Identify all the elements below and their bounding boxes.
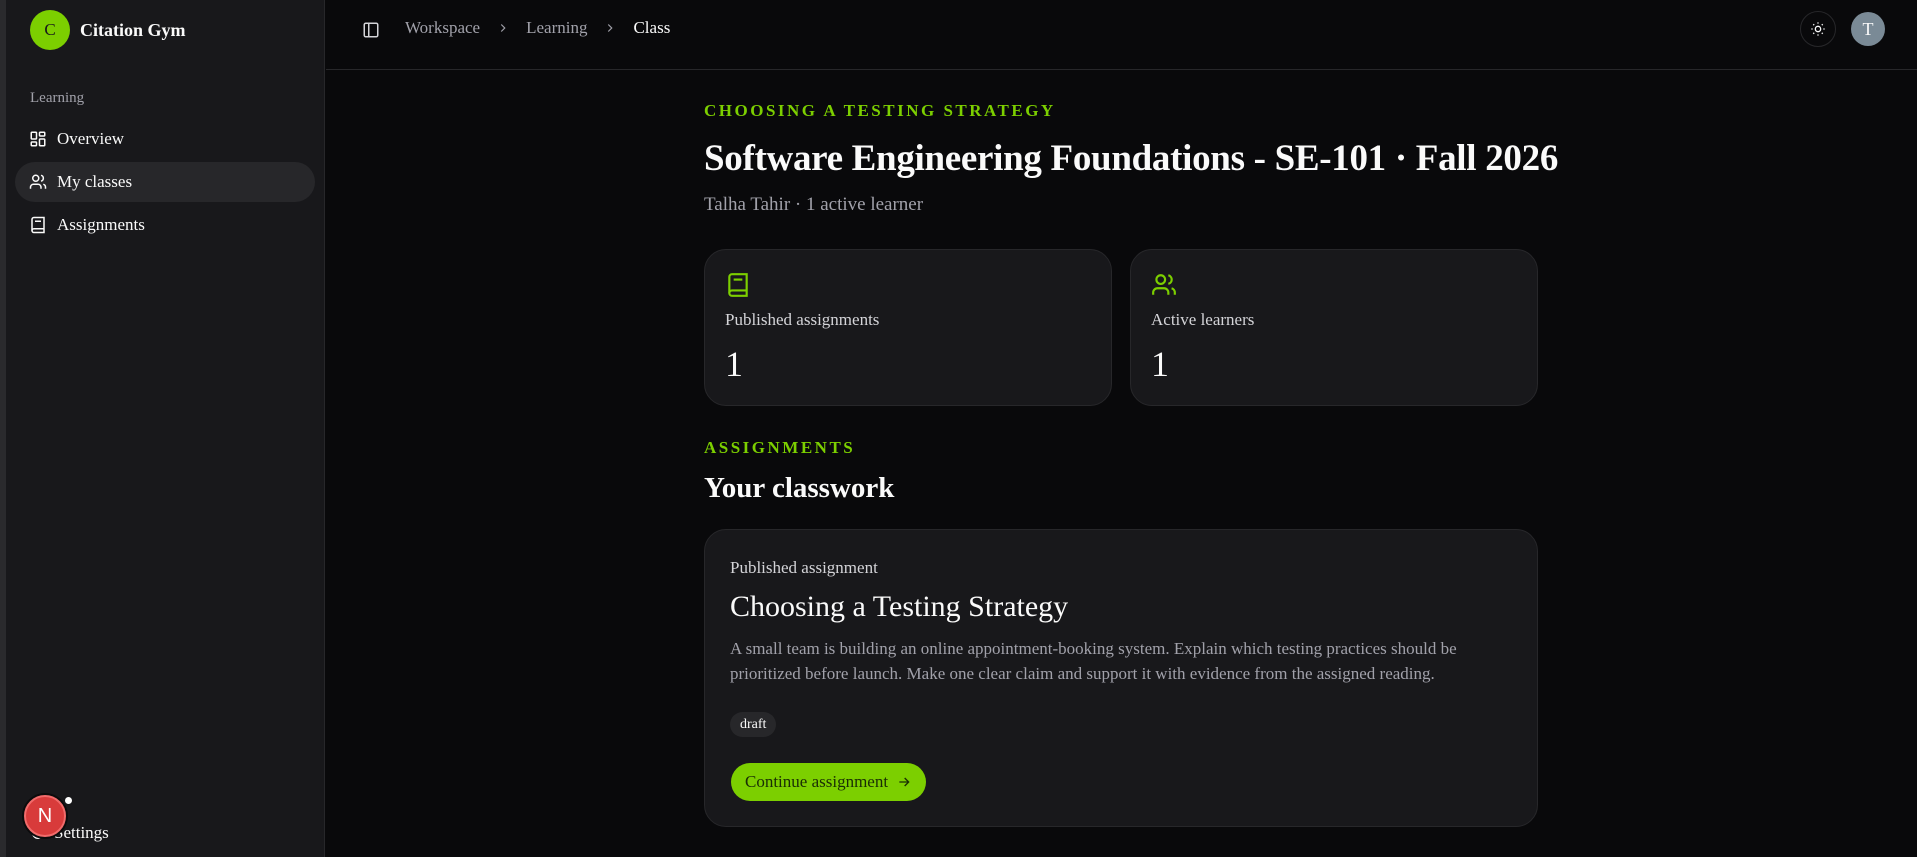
book-icon xyxy=(29,216,47,234)
page-eyebrow: CHOOSING A TESTING STRATEGY xyxy=(704,101,1056,120)
sidebar: C Citation Gym Learning Overview My clas… xyxy=(6,0,325,857)
stat-card-active-learners: Active learners 1 xyxy=(1130,249,1538,406)
sidebar-toggle-icon[interactable] xyxy=(362,21,380,39)
continue-assignment-button[interactable]: Continue assignment xyxy=(731,763,927,801)
sidebar-item-my-classes[interactable]: My classes xyxy=(15,162,315,202)
assignment-kicker: Published assignment xyxy=(730,558,878,577)
sidebar-item-assignments[interactable]: Assignments xyxy=(15,205,315,245)
dashboard-icon xyxy=(29,130,47,148)
stat-label: Published assignments xyxy=(725,310,880,329)
stat-value: 1 xyxy=(1151,344,1169,384)
brand-name: Citation Gym xyxy=(80,19,186,40)
breadcrumb-learning[interactable]: Learning xyxy=(526,18,587,38)
theme-toggle-button[interactable] xyxy=(1800,11,1836,47)
brand-logo: C xyxy=(30,10,70,50)
assignment-description: A small team is building an online appoi… xyxy=(730,639,1457,683)
breadcrumb-workspace[interactable]: Workspace xyxy=(405,18,480,38)
button-label: Continue assignment xyxy=(745,772,889,791)
stat-value: 1 xyxy=(725,344,743,384)
sun-icon xyxy=(1810,21,1826,37)
page-title: Software Engineering Foundations - SE-10… xyxy=(704,138,1559,179)
topbar: Workspace Learning Class T xyxy=(326,0,1917,70)
avatar[interactable]: T xyxy=(1851,12,1885,46)
sidebar-group-label: Learning xyxy=(30,90,85,106)
stat-card-published-assignments: Published assignments 1 xyxy=(704,249,1112,406)
status-badge: draft xyxy=(730,712,777,737)
sidebar-item-overview[interactable]: Overview xyxy=(15,119,315,159)
chevron-right-icon xyxy=(603,21,617,35)
section-eyebrow: ASSIGNMENTS xyxy=(704,438,856,457)
chevron-right-icon xyxy=(496,21,510,35)
stat-label: Active learners xyxy=(1151,310,1255,329)
assistant-fab-button[interactable]: N xyxy=(24,795,66,837)
brand[interactable]: C Citation Gym xyxy=(30,10,186,50)
assignment-card: Published assignment Choosing a Testing … xyxy=(704,529,1538,827)
breadcrumb-class: Class xyxy=(633,18,671,37)
users-icon xyxy=(29,173,47,191)
book-icon xyxy=(725,272,751,298)
section-title: Your classwork xyxy=(704,472,895,504)
arrow-right-icon xyxy=(896,774,912,790)
sidebar-item-label: Overview xyxy=(57,129,125,148)
sidebar-nav: Overview My classes Assignments xyxy=(15,119,315,248)
page-subline: Talha Tahir · 1 active learner xyxy=(704,194,924,215)
notification-dot xyxy=(63,795,74,806)
assignment-title: Choosing a Testing Strategy xyxy=(730,590,1069,623)
sidebar-item-label: My classes xyxy=(57,172,133,191)
breadcrumb: Workspace Learning Class xyxy=(405,18,670,38)
users-icon xyxy=(1151,272,1177,298)
sidebar-item-label: Assignments xyxy=(57,215,145,234)
